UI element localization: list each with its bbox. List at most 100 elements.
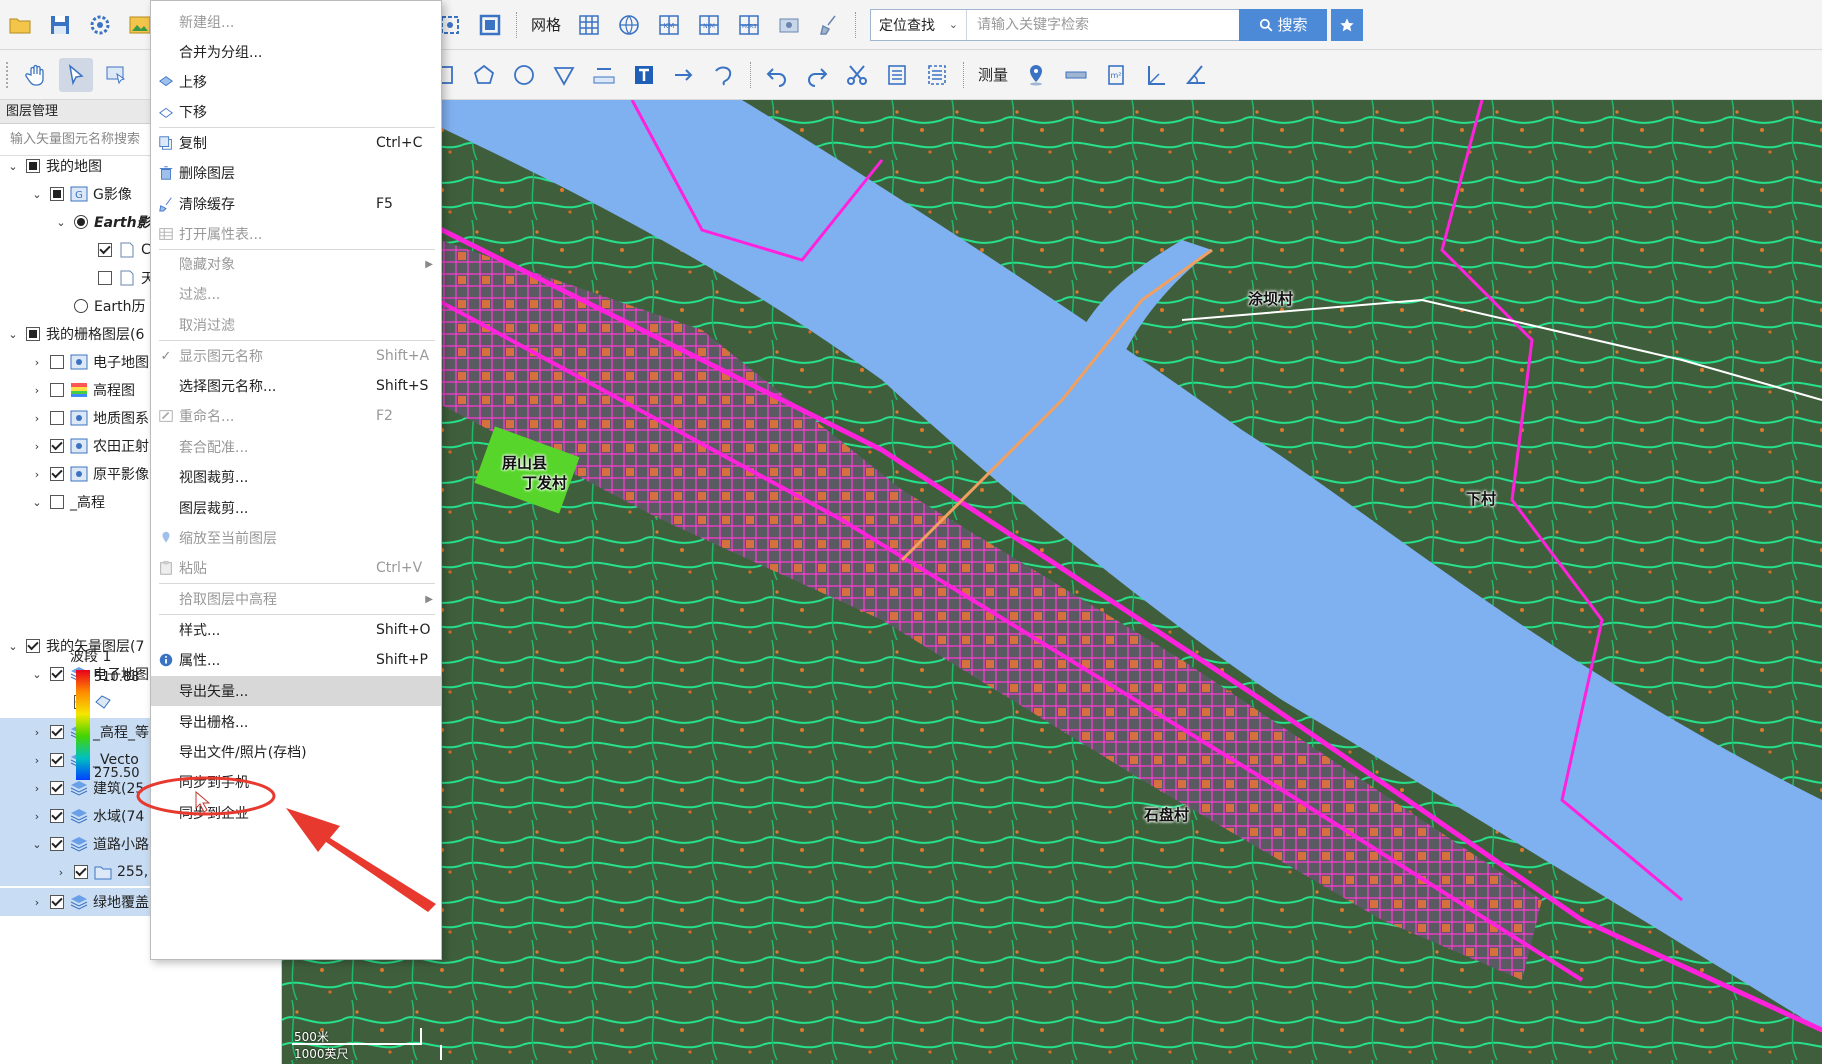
collapse-arrow-icon[interactable]: › bbox=[30, 439, 44, 453]
layer-checkbox[interactable] bbox=[26, 639, 40, 653]
layer-checkbox[interactable] bbox=[50, 725, 64, 739]
layer-checkbox[interactable] bbox=[74, 865, 88, 879]
nm-grid-button[interactable]: N-M bbox=[692, 8, 726, 42]
select-area-button[interactable] bbox=[99, 58, 133, 92]
draw-polygon-button[interactable] bbox=[467, 58, 501, 92]
expand-arrow-icon[interactable]: ⌄ bbox=[6, 327, 20, 341]
context-menu-item[interactable]: 上移 bbox=[151, 67, 441, 97]
context-menu-item[interactable]: 同步到企业 bbox=[151, 798, 441, 828]
photo-button[interactable] bbox=[772, 8, 806, 42]
measure-angle-button[interactable] bbox=[1179, 58, 1213, 92]
measure-area-button[interactable]: m² bbox=[1099, 58, 1133, 92]
expand-arrow-icon[interactable]: ⌄ bbox=[30, 837, 44, 851]
clear-button[interactable] bbox=[812, 8, 846, 42]
layer-radio[interactable] bbox=[74, 299, 88, 313]
context-menu-item[interactable]: 粘贴 Ctrl+V bbox=[151, 553, 441, 583]
table-button[interactable] bbox=[920, 58, 954, 92]
layer-checkbox[interactable] bbox=[50, 753, 64, 767]
layer-checkbox[interactable] bbox=[50, 383, 64, 397]
measure-point-button[interactable] bbox=[1019, 58, 1053, 92]
layer-radio[interactable] bbox=[74, 215, 88, 229]
context-menu-item[interactable]: 样式... Shift+O bbox=[151, 615, 441, 645]
context-menu-item[interactable]: 属性... Shift+P bbox=[151, 645, 441, 675]
draw-arrow-button[interactable] bbox=[667, 58, 701, 92]
map-canvas[interactable] bbox=[282, 100, 1822, 1064]
collapse-arrow-icon[interactable]: › bbox=[30, 809, 44, 823]
expand-arrow-icon[interactable]: ⌄ bbox=[6, 159, 20, 173]
context-menu-item[interactable]: 选择图元名称... Shift+S bbox=[151, 371, 441, 401]
context-menu-item[interactable]: 隐藏对象 ▶ bbox=[151, 249, 441, 279]
collapse-arrow-icon[interactable] bbox=[54, 299, 68, 313]
pan-button[interactable] bbox=[19, 58, 53, 92]
layer-checkbox[interactable] bbox=[50, 439, 64, 453]
context-menu-item[interactable]: 导出矢量... bbox=[151, 676, 441, 706]
context-menu-item[interactable]: 下移 bbox=[151, 97, 441, 127]
layer-checkbox[interactable] bbox=[50, 187, 64, 201]
context-menu-item[interactable]: 重命名... F2 bbox=[151, 401, 441, 431]
draw-ruler-button[interactable] bbox=[587, 58, 621, 92]
layer-checkbox[interactable] bbox=[50, 809, 64, 823]
context-menu-item[interactable]: 过滤... bbox=[151, 279, 441, 309]
expand-arrow-icon[interactable]: ⌄ bbox=[30, 667, 44, 681]
draw-circle-button[interactable] bbox=[507, 58, 541, 92]
layer-checkbox[interactable] bbox=[50, 667, 64, 681]
settings-button[interactable] bbox=[83, 8, 117, 42]
attribute-list-button[interactable] bbox=[880, 58, 914, 92]
layer-checkbox[interactable] bbox=[50, 895, 64, 909]
collapse-arrow-icon[interactable]: › bbox=[30, 781, 44, 795]
collapse-arrow-icon[interactable] bbox=[54, 695, 68, 709]
measure-distance-button[interactable] bbox=[1059, 58, 1093, 92]
favorite-button[interactable] bbox=[1331, 8, 1364, 41]
save-button[interactable] bbox=[43, 8, 77, 42]
context-menu-item[interactable]: 复制 Ctrl+C bbox=[151, 128, 441, 158]
collapse-arrow-icon[interactable]: › bbox=[30, 355, 44, 369]
layer-checkbox[interactable] bbox=[26, 159, 40, 173]
context-menu-item[interactable]: 同步到手机 bbox=[151, 767, 441, 797]
context-menu-item[interactable]: 清除缓存 F5 bbox=[151, 189, 441, 219]
undo-button[interactable] bbox=[760, 58, 794, 92]
context-menu-item[interactable]: 打开属性表... bbox=[151, 219, 441, 249]
km-grid-button[interactable]: KM bbox=[652, 8, 686, 42]
context-menu-item[interactable]: ✓ 显示图元名称 Shift+A bbox=[151, 341, 441, 371]
draw-curve-button[interactable] bbox=[707, 58, 741, 92]
layer-checkbox[interactable] bbox=[50, 467, 64, 481]
grid-button[interactable] bbox=[572, 8, 606, 42]
context-menu-item[interactable]: 图层裁剪... bbox=[151, 493, 441, 523]
layer-checkbox[interactable] bbox=[50, 495, 64, 509]
context-menu-item[interactable]: 导出栅格... bbox=[151, 707, 441, 737]
collapse-arrow-icon[interactable] bbox=[78, 243, 92, 257]
context-menu-item[interactable]: 合并为分组... bbox=[151, 37, 441, 67]
expand-arrow-icon[interactable]: ⌄ bbox=[30, 187, 44, 201]
cut-button[interactable] bbox=[840, 58, 874, 92]
measure-height-button[interactable] bbox=[1139, 58, 1173, 92]
select-button[interactable] bbox=[59, 57, 93, 92]
search-input[interactable] bbox=[967, 9, 1240, 40]
collapse-arrow-icon[interactable]: › bbox=[30, 725, 44, 739]
context-menu-item[interactable]: 缩放至当前图层 bbox=[151, 523, 441, 553]
collapse-arrow-icon[interactable]: › bbox=[30, 753, 44, 767]
context-menu-item[interactable]: 删除图层 bbox=[151, 158, 441, 188]
collapse-arrow-icon[interactable]: › bbox=[30, 467, 44, 481]
layer-checkbox[interactable] bbox=[26, 327, 40, 341]
context-menu-item[interactable]: 拾取图层中高程 ▶ bbox=[151, 584, 441, 614]
draw-text-button[interactable] bbox=[627, 58, 661, 92]
context-menu-item[interactable]: 视图裁剪... bbox=[151, 462, 441, 492]
layer-checkbox[interactable] bbox=[50, 781, 64, 795]
layer-checkbox[interactable] bbox=[98, 243, 112, 257]
context-menu-item[interactable]: 取消过滤 bbox=[151, 310, 441, 340]
collapse-arrow-icon[interactable]: › bbox=[30, 383, 44, 397]
redo-button[interactable] bbox=[800, 58, 834, 92]
collapse-arrow-icon[interactable] bbox=[78, 271, 92, 285]
collapse-arrow-icon[interactable]: › bbox=[30, 895, 44, 909]
expand-arrow-icon[interactable]: ⌄ bbox=[30, 495, 44, 509]
expand-arrow-icon[interactable]: ⌄ bbox=[6, 639, 20, 653]
layer-checkbox[interactable] bbox=[98, 271, 112, 285]
toolbar-grip[interactable] bbox=[6, 61, 12, 88]
search-mode-select[interactable]: 定位查找 ⌄ bbox=[871, 9, 968, 40]
collapse-arrow-icon[interactable]: › bbox=[54, 865, 68, 879]
map-view[interactable]: 屏山县 丁发村 涂坝村 下村 石盘村 500米 1000英尺 bbox=[282, 100, 1822, 1064]
context-menu-item[interactable]: 新建组... bbox=[151, 7, 441, 37]
globe-grid-button[interactable] bbox=[612, 8, 646, 42]
search-button[interactable]: 搜索 bbox=[1239, 8, 1328, 41]
open-folder-button[interactable] bbox=[3, 8, 37, 42]
